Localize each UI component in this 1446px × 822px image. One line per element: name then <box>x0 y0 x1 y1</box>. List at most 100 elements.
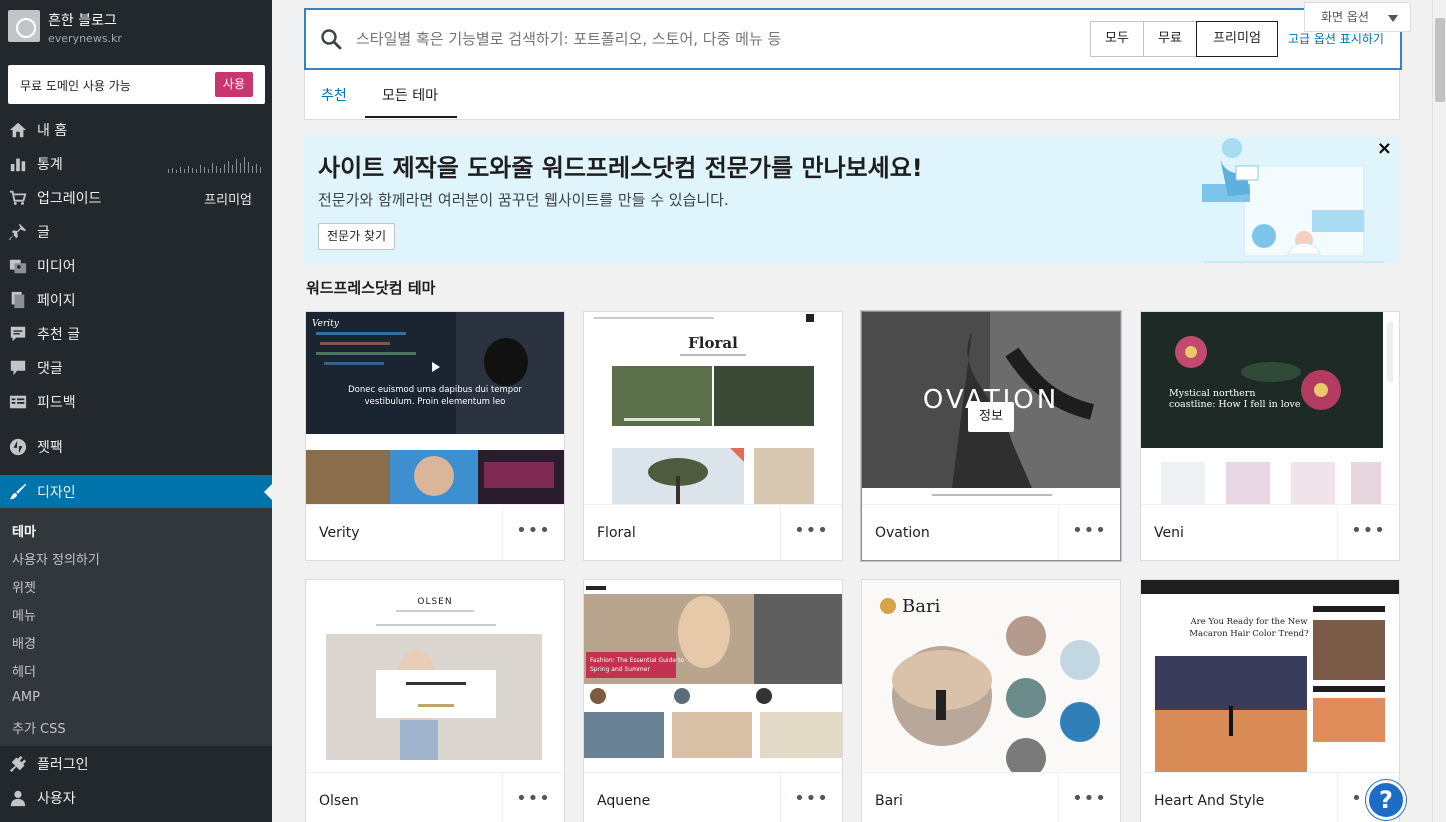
search-icon[interactable] <box>320 28 342 50</box>
nav-label: 플러그인 <box>37 757 89 773</box>
theme-thumbnail[interactable]: Are You Ready for the New Macaron Hair C… <box>1141 580 1399 772</box>
theme-search-bar: 모두 무료 프리미엄 고급 옵션 표시하기 <box>304 8 1402 70</box>
theme-card-aquene[interactable]: Fashion: The Essential Guide to Spring a… <box>583 579 843 822</box>
more-options-icon[interactable]: ••• <box>1058 773 1120 822</box>
pin-icon <box>8 222 28 242</box>
olsen-preview: OLSEN <box>306 580 564 772</box>
scrollbar-thumb[interactable] <box>1435 18 1445 102</box>
nav-item-feedback[interactable]: 피드백 <box>0 385 272 419</box>
more-options-icon[interactable]: ••• <box>502 773 564 822</box>
media-icon <box>8 256 28 276</box>
submenu-menus[interactable]: 메뉴 <box>12 605 36 624</box>
theme-thumbnail[interactable]: Fashion: The Essential Guide to Spring a… <box>584 580 842 772</box>
theme-card-floral[interactable]: Floral Floral ••• <box>583 311 843 561</box>
find-expert-button[interactable]: 전문가 찾기 <box>318 223 396 250</box>
pages-icon <box>8 290 28 310</box>
nav-item-users[interactable]: 사용자 <box>0 781 272 815</box>
theme-name[interactable]: Aquene <box>597 793 650 809</box>
nav-item-posts[interactable]: 글 <box>0 215 272 249</box>
filter-premium[interactable]: 프리미엄 <box>1196 21 1278 57</box>
nav-item-feedback-posts[interactable]: 추천 글 <box>0 317 272 351</box>
nav-item-stats[interactable]: 통계 <box>0 147 272 181</box>
plan-badge: 프리미엄 <box>204 192 252 208</box>
theme-card-olsen[interactable]: OLSEN Olsen ••• <box>305 579 565 822</box>
veni-headline: Mystical northern <box>1169 388 1255 399</box>
page-scrollbar[interactable] <box>1432 0 1446 822</box>
nav-item-home[interactable]: 내 홈 <box>0 113 272 147</box>
theme-thumbnail[interactable]: Verity Donec euismod urna dapibus dui te… <box>306 312 564 504</box>
theme-thumbnail[interactable]: OLSEN <box>306 580 564 772</box>
more-options-icon[interactable]: ••• <box>502 505 564 560</box>
cart-icon <box>8 188 28 208</box>
theme-thumbnail[interactable]: Bari <box>862 580 1120 772</box>
nav-item-pages[interactable]: 페이지 <box>0 283 272 317</box>
theme-name[interactable]: Ovation <box>875 525 930 541</box>
close-icon[interactable]: × <box>1377 138 1392 159</box>
theme-name[interactable]: Verity <box>319 525 360 541</box>
submenu-themes[interactable]: 테마 <box>12 521 36 540</box>
more-options-icon[interactable]: ••• <box>1058 505 1120 560</box>
nav-label: 디자인 <box>37 485 76 501</box>
theme-info-button[interactable]: 정보 <box>968 402 1014 432</box>
theme-card-verity[interactable]: Verity Donec euismod urna dapibus dui te… <box>305 311 565 561</box>
caret-down-icon <box>1388 15 1398 22</box>
svg-text:vestibulum. Proin elementum le: vestibulum. Proin elementum leo <box>365 397 506 407</box>
floral-title: Floral <box>688 334 738 352</box>
domain-promo[interactable]: 무료 도메인 사용 가능 사용 <box>8 65 265 104</box>
nav-item-plugins[interactable]: 플러그인 <box>0 747 272 781</box>
svg-text:Verity: Verity <box>312 319 340 329</box>
theme-card-veni[interactable]: Mystical northern coastline: How I fell … <box>1140 311 1400 561</box>
main-content: 모두 무료 프리미엄 고급 옵션 표시하기 화면 옵션 추천 모든 테마 사이트… <box>272 0 1446 822</box>
nav-item-jetpack[interactable]: 젯팩 <box>0 430 272 464</box>
submenu-amp[interactable]: AMP <box>12 690 40 705</box>
nav-label: 추천 글 <box>37 327 81 343</box>
design-submenu: 테마 사용자 정의하기 위젯 메뉴 배경 헤더 AMP 추가 CSS <box>0 508 272 746</box>
more-options-icon[interactable]: ••• <box>1337 505 1399 560</box>
nav-label: 사용자 <box>37 791 76 807</box>
advanced-options-link[interactable]: 고급 옵션 표시하기 <box>1288 30 1384 47</box>
more-options-icon[interactable]: ••• <box>780 505 842 560</box>
theme-name[interactable]: Veni <box>1154 525 1184 541</box>
screen-options-toggle[interactable]: 화면 옵션 <box>1304 2 1411 32</box>
nav-item-media[interactable]: 미디어 <box>0 249 272 283</box>
nav-item-comments[interactable]: 댓글 <box>0 351 272 385</box>
submenu-background[interactable]: 배경 <box>12 633 36 652</box>
aquene-preview: Fashion: The Essential Guide to Spring a… <box>584 580 842 772</box>
theme-card-footer: Olsen ••• <box>306 772 564 822</box>
theme-card-footer: Verity ••• <box>306 504 564 560</box>
theme-card-bari[interactable]: Bari Bari ••• <box>861 579 1121 822</box>
nav-item-upgrades[interactable]: 업그레이드 프리미엄 <box>0 181 272 215</box>
theme-search-input[interactable] <box>356 27 1056 51</box>
theme-thumbnail[interactable]: Mystical northern coastline: How I fell … <box>1141 312 1399 504</box>
site-header[interactable]: 흔한 블로그 everynews.kr <box>0 0 272 56</box>
nav-label: 통계 <box>37 157 63 173</box>
tab-all-themes[interactable]: 모든 테마 <box>382 85 438 105</box>
submenu-additional-css[interactable]: 추가 CSS <box>12 718 66 737</box>
domain-promo-text: 무료 도메인 사용 가능 <box>20 79 131 93</box>
olsen-title: OLSEN <box>417 597 452 607</box>
nav-label: 미디어 <box>37 259 76 275</box>
help-button[interactable]: ? <box>1366 780 1406 820</box>
theme-thumbnail[interactable]: Floral <box>584 312 842 504</box>
nav-label: 글 <box>37 225 50 241</box>
submenu-widgets[interactable]: 위젯 <box>12 577 36 596</box>
nav-item-design[interactable]: 디자인 <box>0 475 272 509</box>
filter-all[interactable]: 모두 <box>1090 21 1144 57</box>
site-title: 흔한 블로그 <box>48 13 117 29</box>
theme-thumbnail[interactable]: OVATION 정보 <box>862 312 1120 504</box>
theme-name[interactable]: Bari <box>875 793 903 809</box>
theme-name[interactable]: Olsen <box>319 793 359 809</box>
theme-card-heart-and-style[interactable]: Are You Ready for the New Macaron Hair C… <box>1140 579 1400 822</box>
filter-free[interactable]: 무료 <box>1143 21 1197 57</box>
theme-name[interactable]: Heart And Style <box>1154 793 1264 809</box>
submenu-header[interactable]: 헤더 <box>12 661 36 680</box>
comment-icon <box>8 358 28 378</box>
submenu-customize[interactable]: 사용자 정의하기 <box>12 549 100 568</box>
theme-card-footer: Floral ••• <box>584 504 842 560</box>
domain-use-button[interactable]: 사용 <box>214 72 253 97</box>
theme-card-ovation[interactable]: OVATION 정보 Ovation ••• <box>861 311 1121 561</box>
tab-recommended[interactable]: 추천 <box>321 85 347 105</box>
more-options-icon[interactable]: ••• <box>780 773 842 822</box>
theme-name[interactable]: Floral <box>597 525 636 541</box>
user-icon <box>8 788 28 808</box>
